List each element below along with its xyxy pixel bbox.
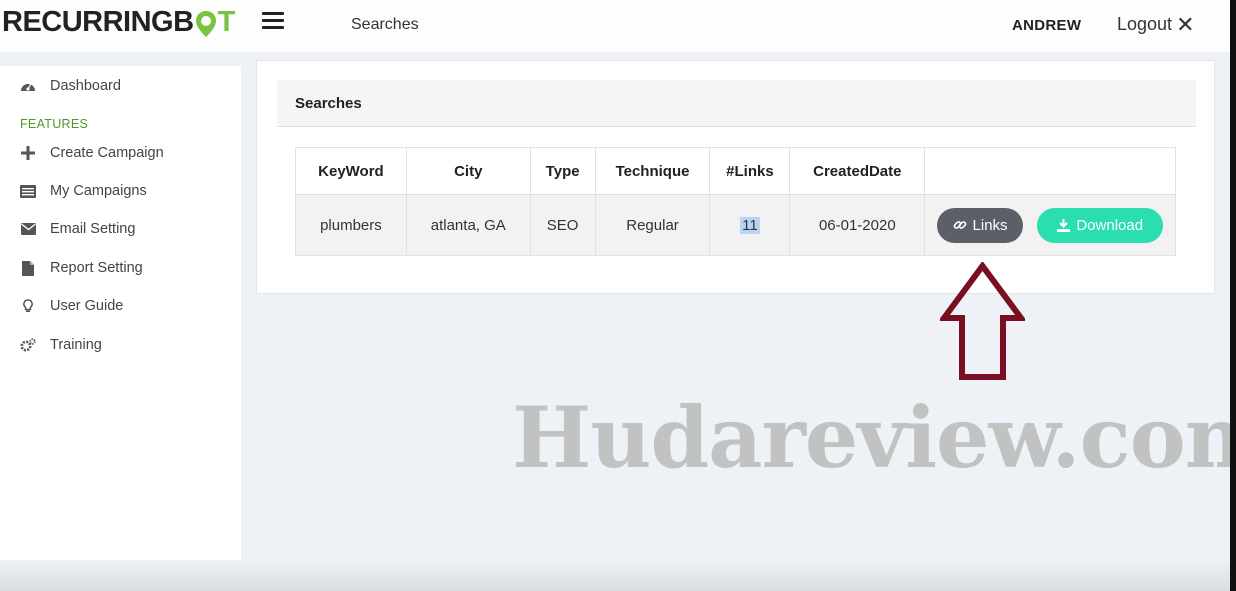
dashboard-icon — [20, 78, 36, 94]
panel-title: Searches — [295, 95, 362, 112]
cell-keyword: plumbers — [295, 194, 407, 256]
searches-panel: Searches KeyWord City Type Technique #Li… — [256, 60, 1215, 294]
cell-city: atlanta, GA — [405, 194, 531, 256]
download-button[interactable]: Download — [1037, 207, 1164, 243]
gears-icon — [20, 337, 36, 353]
envelope-icon — [20, 221, 36, 237]
sidebar-section-heading: FEATURES — [20, 117, 89, 131]
column-header-links: #Links — [709, 147, 791, 195]
download-icon — [1057, 218, 1071, 232]
cell-created-date: 06-01-2020 — [789, 194, 926, 256]
page-title: Searches — [351, 16, 419, 33]
logo-text-end: T — [217, 6, 236, 38]
cell-links-count: 11 — [709, 194, 791, 256]
sidebar-item-training[interactable]: Training — [20, 334, 102, 356]
logo-text-main: RECURRINGB — [2, 6, 194, 38]
sidebar-item-label: User Guide — [50, 298, 124, 314]
window-edge — [1230, 0, 1236, 591]
top-bar: RECURRINGB T Searches ANDREW Logout ✕ — [0, 0, 1230, 52]
column-header-keyword: KeyWord — [295, 147, 407, 195]
map-pin-icon — [195, 10, 217, 37]
column-header-technique: Technique — [594, 147, 711, 195]
links-count-value[interactable]: 11 — [740, 216, 760, 234]
cell-technique: Regular — [594, 194, 711, 256]
watermark: Hudareview.com — [512, 388, 1236, 487]
list-icon — [20, 183, 36, 199]
link-icon — [953, 221, 966, 229]
bottom-shadow — [0, 560, 1230, 591]
hamburger-menu-icon[interactable] — [262, 12, 284, 30]
download-button-label: Download — [1076, 216, 1144, 234]
sidebar-item-create-campaign[interactable]: Create Campaign — [20, 142, 164, 164]
table-row: plumbers atlanta, GA SEO Regular 11 06-0… — [295, 194, 1176, 256]
sidebar-item-dashboard[interactable]: Dashboard — [20, 75, 121, 97]
sidebar-item-report-setting[interactable]: Report Setting — [20, 257, 143, 279]
sidebar: Dashboard FEATURES Create Campaign My Ca… — [0, 66, 241, 591]
sidebar-item-label: My Campaigns — [50, 183, 147, 199]
logout-label: Logout — [1117, 14, 1173, 34]
column-header-city: City — [405, 147, 531, 195]
sidebar-item-label: Training — [50, 337, 102, 353]
links-button[interactable]: Links — [937, 207, 1024, 243]
sidebar-item-label: Report Setting — [50, 260, 143, 276]
file-icon — [20, 260, 36, 276]
cell-actions: Links Download — [924, 194, 1176, 256]
up-arrow-annotation-icon — [940, 262, 1025, 380]
column-header-actions — [924, 147, 1176, 195]
close-icon: ✕ — [1176, 11, 1195, 37]
user-name[interactable]: ANDREW — [1012, 17, 1081, 34]
sidebar-item-label: Dashboard — [50, 78, 121, 94]
sidebar-item-my-campaigns[interactable]: My Campaigns — [20, 180, 147, 202]
searches-table: KeyWord City Type Technique #Links Creat… — [295, 147, 1176, 256]
recurringbot-logo[interactable]: RECURRINGB T — [2, 6, 235, 39]
column-header-created-date: CreatedDate — [789, 147, 926, 195]
sidebar-item-user-guide[interactable]: User Guide — [20, 295, 123, 317]
sidebar-item-email-setting[interactable]: Email Setting — [20, 218, 135, 240]
lightbulb-icon — [20, 298, 36, 314]
plus-icon — [20, 145, 36, 161]
sidebar-item-label: Create Campaign — [50, 145, 164, 161]
cell-type: SEO — [529, 194, 596, 256]
column-header-type: Type — [529, 147, 596, 195]
panel-header: Searches — [277, 80, 1196, 127]
sidebar-item-label: Email Setting — [50, 221, 136, 237]
logout-button[interactable]: Logout ✕ — [1117, 11, 1195, 37]
links-button-label: Links — [972, 216, 1008, 234]
table-header-row: KeyWord City Type Technique #Links Creat… — [295, 147, 1176, 195]
